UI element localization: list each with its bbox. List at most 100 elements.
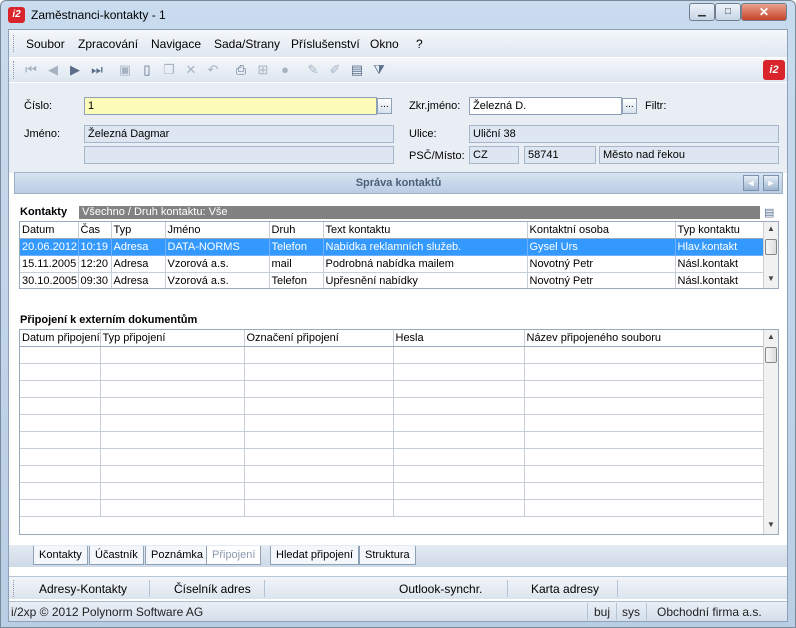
cell [524, 414, 766, 432]
menu-okno[interactable]: Okno [370, 37, 399, 51]
table-row[interactable] [20, 346, 766, 364]
cell [393, 346, 525, 364]
col-typ-kontaktu[interactable]: Typ kontaktu [675, 222, 766, 239]
zkr-jmeno-label: Zkr.jméno: [409, 100, 461, 112]
menu-grip [13, 35, 16, 52]
jmeno2-field[interactable] [84, 146, 394, 164]
table-row[interactable] [20, 380, 766, 398]
pripojeni-scrollbar[interactable]: ▲ ▼ [763, 330, 778, 534]
table-edit-icon[interactable]: ▤ [349, 62, 365, 78]
col-nazev-souboru[interactable]: Název připojeného souboru [524, 330, 766, 347]
scroll-down-icon[interactable]: ▼ [764, 272, 778, 286]
zkr-jmeno-field[interactable]: Železná D. [469, 97, 622, 115]
undo-icon[interactable]: ↶ [205, 62, 221, 78]
table-row[interactable] [20, 465, 766, 483]
next-record-icon[interactable]: ▶ [67, 62, 83, 78]
application-window: i2 Zaměstnanci-kontakty - 1 ▁ □ ✕ Soubor… [0, 0, 796, 628]
mesto-field[interactable]: Město nad řekou [599, 146, 779, 164]
outlook-synchr-button[interactable]: Outlook-synchr. [399, 582, 482, 596]
table-row[interactable]: 20.06.2012 10:19 Adresa DATA-NORMS Telef… [20, 238, 766, 256]
scroll-thumb[interactable] [765, 239, 777, 255]
toolbar-grip [13, 61, 16, 79]
menu-zpracovani[interactable]: Zpracování [78, 37, 138, 51]
col-typ-pripojeni[interactable]: Typ připojení [100, 330, 245, 347]
edit-pen-icon[interactable]: ✎ [305, 62, 321, 78]
menu-sada-strany[interactable]: Sada/Strany [214, 37, 280, 51]
structure-icon[interactable]: ⊞ [255, 62, 271, 78]
table-row[interactable] [20, 414, 766, 432]
grid-options-icon[interactable]: ▤ [764, 206, 774, 219]
col-hesla[interactable]: Hesla [393, 330, 525, 347]
country-field[interactable]: CZ [469, 146, 519, 164]
filter-icon[interactable]: ⧩ [371, 62, 387, 78]
tab-struktura[interactable]: Struktura [359, 546, 416, 565]
title-bar[interactable]: i2 Zaměstnanci-kontakty - 1 ▁ □ ✕ [1, 1, 795, 29]
col-druh[interactable]: Druh [269, 222, 324, 239]
panel-prev-button[interactable]: ◄ [743, 175, 759, 191]
col-datum[interactable]: Datum [20, 222, 79, 239]
new-document-icon[interactable]: ▯ [139, 62, 155, 78]
table-row[interactable] [20, 499, 766, 517]
ciselnik-adres-button[interactable]: Číselník adres [174, 582, 251, 596]
table-row[interactable]: 15.11.2005 12:20 Adresa Vzorová a.s. mai… [20, 255, 766, 273]
jmeno-field[interactable]: Železná Dagmar [84, 125, 394, 143]
col-kontaktni-osoba[interactable]: Kontaktní osoba [527, 222, 676, 239]
menu-soubor[interactable]: Soubor [26, 37, 65, 51]
first-record-icon[interactable]: ⏮ [23, 62, 39, 78]
table-row[interactable] [20, 397, 766, 415]
col-typ[interactable]: Typ [111, 222, 166, 239]
kontakty-scrollbar[interactable]: ▲ ▼ [763, 222, 778, 288]
menu-help[interactable]: ? [416, 37, 423, 51]
cell [100, 448, 245, 466]
separator [507, 580, 508, 597]
kontakty-filter[interactable]: Všechno / Druh kontaktu: Vše [79, 206, 760, 219]
col-jmeno[interactable]: Jméno [165, 222, 270, 239]
tab-poznamka[interactable]: Poznámka [145, 546, 209, 565]
pripojeni-label: Připojení k externím dokumentům [20, 314, 198, 326]
print-icon[interactable]: ⎙ [233, 62, 249, 78]
ulice-field[interactable]: Uliční 38 [469, 125, 779, 143]
stop-icon[interactable]: ● [277, 62, 293, 78]
col-datum-pripojeni[interactable]: Datum připojení [20, 330, 101, 347]
table-row[interactable] [20, 482, 766, 500]
delete-icon[interactable]: ✕ [183, 62, 199, 78]
scroll-thumb[interactable] [765, 347, 777, 363]
table-row[interactable] [20, 363, 766, 381]
scroll-up-icon[interactable]: ▲ [764, 222, 778, 236]
cell [244, 380, 394, 398]
psc-field[interactable]: 58741 [524, 146, 596, 164]
previous-record-icon[interactable]: ◀ [45, 62, 61, 78]
jmeno-label: Jméno: [24, 128, 61, 140]
maximize-button[interactable]: □ [715, 3, 741, 21]
zkr-lookup-button[interactable]: ... [622, 98, 637, 114]
cislo-field[interactable]: 1 [84, 97, 377, 115]
panel-next-button[interactable]: ► [763, 175, 779, 191]
karta-adresy-button[interactable]: Karta adresy [531, 582, 599, 596]
col-text-kontaktu[interactable]: Text kontaktu [323, 222, 528, 239]
save-icon[interactable]: ▣ [117, 62, 133, 78]
cislo-lookup-button[interactable]: ... [377, 98, 392, 114]
scroll-up-icon[interactable]: ▲ [764, 330, 778, 344]
tab-pripojeni[interactable]: Připojení [206, 546, 262, 565]
adresy-kontakty-button[interactable]: Adresy-Kontakty [39, 582, 127, 596]
col-oznaceni-pripojeni[interactable]: Označení připojení [244, 330, 394, 347]
menu-navigace[interactable]: Navigace [151, 37, 201, 51]
tab-ucastnik[interactable]: Účastník [89, 546, 144, 565]
last-record-icon[interactable]: ⏭ [89, 62, 105, 78]
col-cas[interactable]: Čas [78, 222, 112, 239]
table-row[interactable] [20, 448, 766, 466]
cell: Vzorová a.s. [165, 272, 270, 288]
copy-icon[interactable]: ❐ [161, 62, 177, 78]
close-button[interactable]: ✕ [741, 3, 787, 21]
tab-hledat-pripojeni[interactable]: Hledat připojení [270, 546, 360, 565]
table-row[interactable] [20, 431, 766, 449]
scroll-down-icon[interactable]: ▼ [764, 518, 778, 532]
cell [524, 431, 766, 449]
cell: Adresa [111, 255, 166, 273]
table-row[interactable]: 30.10.2005 09:30 Adresa Vzorová a.s. Tel… [20, 272, 766, 288]
tab-kontakty[interactable]: Kontakty [33, 546, 88, 565]
menu-prislusenstvi[interactable]: Příslušenství [291, 37, 360, 51]
edit-pen2-icon[interactable]: ✐ [327, 62, 343, 78]
cell: Novotný Petr [527, 272, 676, 288]
minimize-button[interactable]: ▁ [689, 3, 715, 21]
